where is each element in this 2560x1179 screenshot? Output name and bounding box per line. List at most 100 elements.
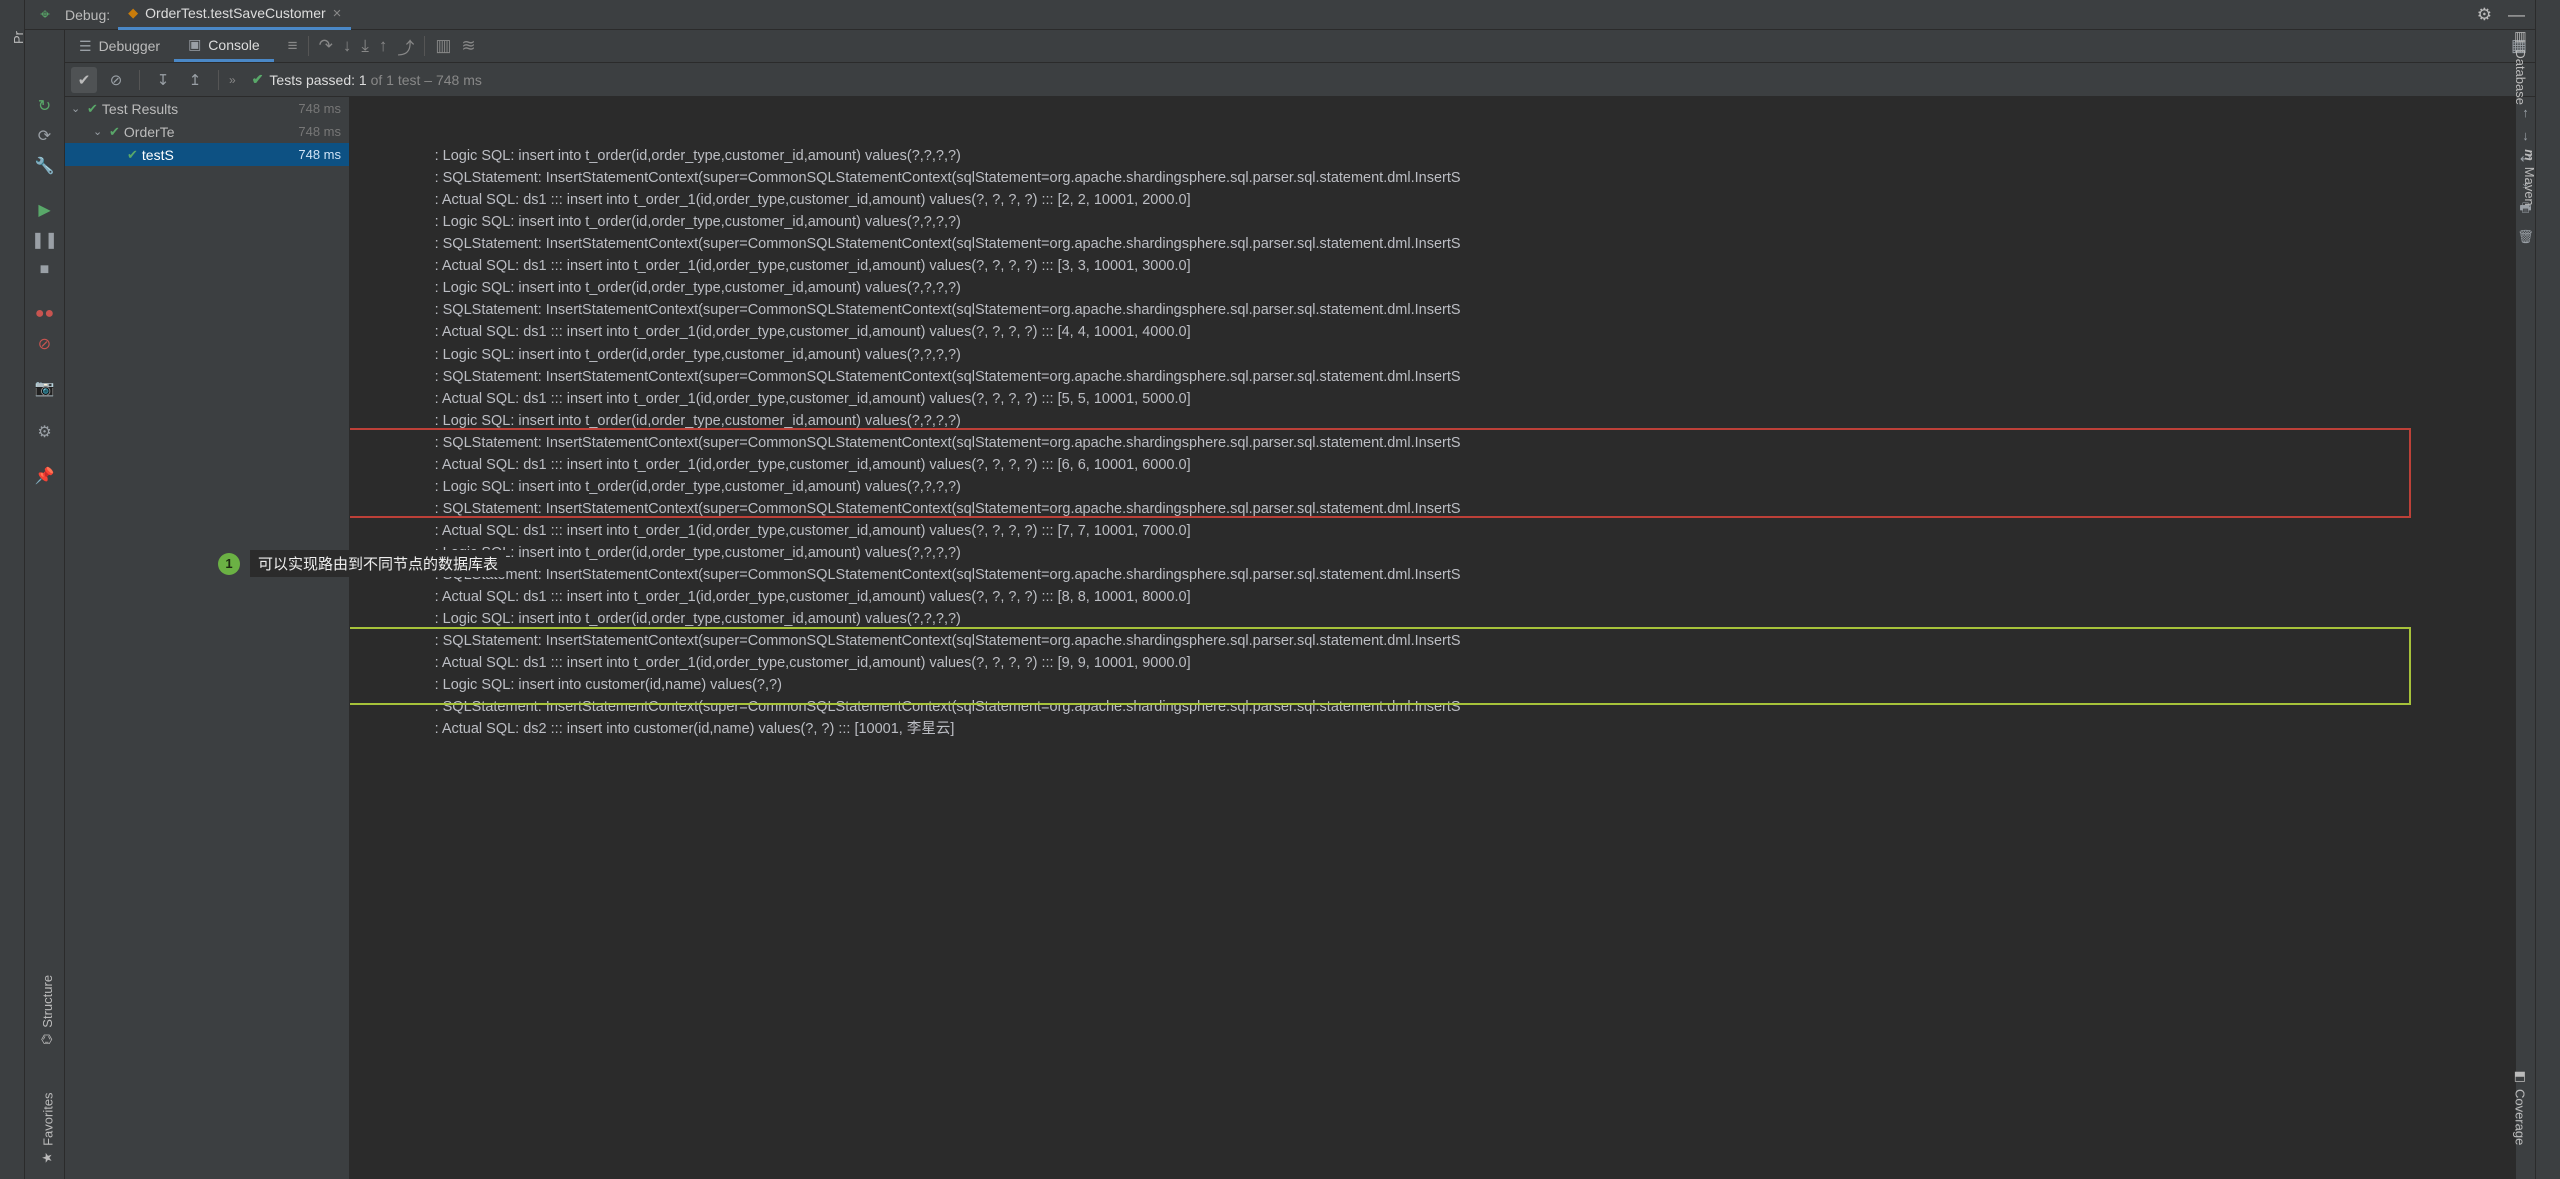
gutter-down-icon[interactable]: ↓ bbox=[2522, 128, 2529, 143]
console-line: : SQLStatement: InsertStatementContext(s… bbox=[354, 564, 2507, 586]
debugger-tab-icon: ☰ bbox=[79, 38, 92, 55]
chevron-down-icon[interactable]: ⌄ bbox=[71, 102, 83, 115]
mute-breakpoints-icon[interactable]: ⊘ bbox=[33, 332, 57, 356]
test-filter-row: ✔ ⊘ ↧ ↥ » ✔ Tests passed: 1 of 1 test – … bbox=[65, 63, 2535, 97]
console-line: : Logic SQL: insert into t_order(id,orde… bbox=[354, 211, 2507, 233]
console-line: : SQLStatement: InsertStatementContext(s… bbox=[354, 233, 2507, 255]
project-strip[interactable]: Pr bbox=[11, 31, 26, 44]
console-line bbox=[354, 740, 2507, 762]
console-gutter: ↑ ↓ ↩ ⤓ 🖶 🗑 bbox=[2515, 97, 2535, 1179]
console-line: : SQLStatement: InsertStatementContext(s… bbox=[354, 630, 2507, 652]
show-execution-icon[interactable]: ≡ bbox=[288, 36, 298, 56]
annotation-number-badge: 1 bbox=[218, 553, 240, 575]
tree-class-row[interactable]: ⌄ ✔ OrderTe 748 ms bbox=[65, 120, 349, 143]
console-line: : SQLStatement: InsertStatementContext(s… bbox=[354, 366, 2507, 388]
database-strip[interactable]: ▤Database bbox=[2513, 31, 2529, 105]
debugger-tab[interactable]: ☰ Debugger bbox=[65, 30, 174, 62]
minimize-icon[interactable]: — bbox=[2508, 5, 2525, 25]
test-ok-icon: ✔ bbox=[109, 124, 120, 140]
test-ok-icon: ✔ bbox=[87, 101, 98, 117]
console-line: : Actual SQL: ds1 ::: insert into t_orde… bbox=[354, 388, 2507, 410]
console-line: : SQLStatement: InsertStatementContext(s… bbox=[354, 696, 2507, 718]
console-line: : SQLStatement: InsertStatementContext(s… bbox=[354, 167, 2507, 189]
stop-icon[interactable]: ■ bbox=[33, 258, 57, 282]
console-output[interactable]: : Logic SQL: insert into t_order(id,orde… bbox=[350, 97, 2515, 1179]
maven-strip[interactable]: mMaven bbox=[2522, 149, 2537, 206]
run-config-icon: ◆ bbox=[128, 5, 138, 21]
console-line: : SQLStatement: InsertStatementContext(s… bbox=[354, 498, 2507, 520]
console-tab[interactable]: ▣ Console bbox=[174, 30, 274, 62]
test-ok-icon: ✔ bbox=[127, 147, 138, 163]
debug-tabs-row: ☰ Debugger ▣ Console ≡ ↷ ↓ ⤓ ↑ ⤴ ▥ ≋ ▦ bbox=[65, 30, 2535, 63]
show-passed-toggle[interactable]: ✔ bbox=[71, 67, 97, 93]
gutter-up-icon[interactable]: ↑ bbox=[2522, 105, 2529, 120]
resume-icon[interactable]: ▶ bbox=[33, 198, 57, 222]
console-line: : SQLStatement: InsertStatementContext(s… bbox=[354, 299, 2507, 321]
console-line: : SQLStatement: InsertStatementContext(s… bbox=[354, 432, 2507, 454]
console-line: : Logic SQL: insert into t_order(id,orde… bbox=[354, 145, 2507, 167]
tree-test-label: testS bbox=[142, 147, 174, 163]
console-line: : Actual SQL: ds1 ::: insert into t_orde… bbox=[354, 454, 2507, 476]
pause-icon[interactable]: ❚❚ bbox=[33, 228, 57, 252]
clear-icon[interactable]: 🗑 bbox=[2517, 229, 2534, 245]
bug-icon: ⌖ bbox=[40, 5, 50, 25]
step-over-icon[interactable]: ↷ bbox=[319, 36, 333, 56]
tree-class-label: OrderTe bbox=[124, 124, 175, 140]
test-tree-panel: ⌄ ✔ Test Results 748 ms ⌄ ✔ OrderTe 748 … bbox=[65, 97, 350, 1179]
tree-root-label: Test Results bbox=[102, 101, 178, 117]
console-tab-label: Console bbox=[208, 37, 259, 53]
console-line: : Actual SQL: ds1 ::: insert into t_orde… bbox=[354, 321, 2507, 343]
console-line: : Actual SQL: ds1 ::: insert into t_orde… bbox=[354, 255, 2507, 277]
console-line: : Actual SQL: ds1 ::: insert into t_orde… bbox=[354, 652, 2507, 674]
console-line: : Actual SQL: ds1 ::: insert into t_orde… bbox=[354, 586, 2507, 608]
camera-icon[interactable]: 📷 bbox=[33, 376, 57, 400]
console-line: : Logic SQL: insert into t_order(id,orde… bbox=[354, 608, 2507, 630]
tree-root-time: 748 ms bbox=[298, 101, 349, 116]
console-line: : Actual SQL: ds1 ::: insert into t_orde… bbox=[354, 520, 2507, 542]
toggle-auto-icon[interactable]: ⟳ bbox=[33, 124, 57, 148]
tests-passed-summary: ✔ Tests passed: 1 of 1 test – 748 ms bbox=[242, 71, 482, 88]
force-step-into-icon[interactable]: ⤓ bbox=[361, 36, 369, 56]
structure-strip[interactable]: ⌬Structure bbox=[39, 975, 55, 1045]
step-into-icon[interactable]: ↓ bbox=[343, 36, 352, 56]
tree-root-row[interactable]: ⌄ ✔ Test Results 748 ms bbox=[65, 97, 349, 120]
console-line: : Actual SQL: ds2 ::: insert into custom… bbox=[354, 718, 2507, 740]
settings-icon[interactable]: ⚙ bbox=[33, 420, 57, 444]
annotation-text: 可以实现路由到不同节点的数据库表 bbox=[250, 550, 506, 577]
evaluate-icon[interactable]: ≋ bbox=[461, 36, 475, 56]
rerun-icon[interactable]: ↻ bbox=[33, 94, 57, 118]
run-to-cursor-icon[interactable]: ▥ bbox=[435, 36, 451, 56]
debug-step-toolbar: ≡ ↷ ↓ ⤓ ↑ ⤴ ▥ ≋ bbox=[274, 30, 476, 62]
step-out-icon[interactable]: ↑ bbox=[379, 36, 388, 56]
show-ignored-toggle[interactable]: ⊘ bbox=[103, 67, 129, 93]
run-configuration-tab[interactable]: ◆ OrderTest.testSaveCustomer × bbox=[118, 0, 351, 30]
console-line: : Logic SQL: insert into t_order(id,orde… bbox=[354, 277, 2507, 299]
sort-up-icon[interactable]: ↥ bbox=[182, 67, 208, 93]
console-line: : Logic SQL: insert into t_order(id,orde… bbox=[354, 410, 2507, 432]
view-breakpoints-icon[interactable]: ●● bbox=[33, 302, 57, 326]
debug-header: ⌖ Debug: ◆ OrderTest.testSaveCustomer × … bbox=[25, 0, 2535, 30]
close-run-tab-icon[interactable]: × bbox=[333, 5, 342, 22]
tree-test-row[interactable]: ✔ testS 748 ms bbox=[65, 143, 349, 166]
console-line: : Logic SQL: insert into customer(id,nam… bbox=[354, 674, 2507, 696]
debug-label: Debug: bbox=[65, 7, 118, 23]
drop-frame-icon[interactable]: ⤴ bbox=[397, 34, 414, 59]
console-line: : Logic SQL: insert into t_order(id,orde… bbox=[354, 542, 2507, 564]
favorites-strip[interactable]: ★Favorites bbox=[40, 1092, 56, 1163]
pin-icon[interactable]: 📌 bbox=[33, 464, 57, 488]
tree-class-time: 748 ms bbox=[298, 124, 349, 139]
debugger-tab-label: Debugger bbox=[99, 38, 161, 54]
run-config-name: OrderTest.testSaveCustomer bbox=[145, 5, 326, 21]
console-line: : Logic SQL: insert into t_order(id,orde… bbox=[354, 476, 2507, 498]
annotation-callout: 1 可以实现路由到不同节点的数据库表 bbox=[218, 550, 506, 577]
wrench-icon[interactable]: 🔧 bbox=[33, 154, 57, 178]
console-line: : Logic SQL: insert into t_order(id,orde… bbox=[354, 344, 2507, 366]
more-filters-icon[interactable]: » bbox=[229, 73, 236, 87]
settings-gear-icon[interactable]: ⚙ bbox=[2477, 5, 2492, 25]
chevron-down-icon[interactable]: ⌄ bbox=[93, 125, 105, 138]
console-line: : Actual SQL: ds1 ::: insert into t_orde… bbox=[354, 189, 2507, 211]
sort-down-icon[interactable]: ↧ bbox=[150, 67, 176, 93]
left-tool-strip: Pr ⌬Structure ★Favorites bbox=[0, 0, 25, 1179]
coverage-strip[interactable]: ◧Coverage bbox=[2513, 1071, 2529, 1146]
right-tool-strip: ▤Database mMaven ◧Coverage bbox=[2535, 0, 2560, 1179]
